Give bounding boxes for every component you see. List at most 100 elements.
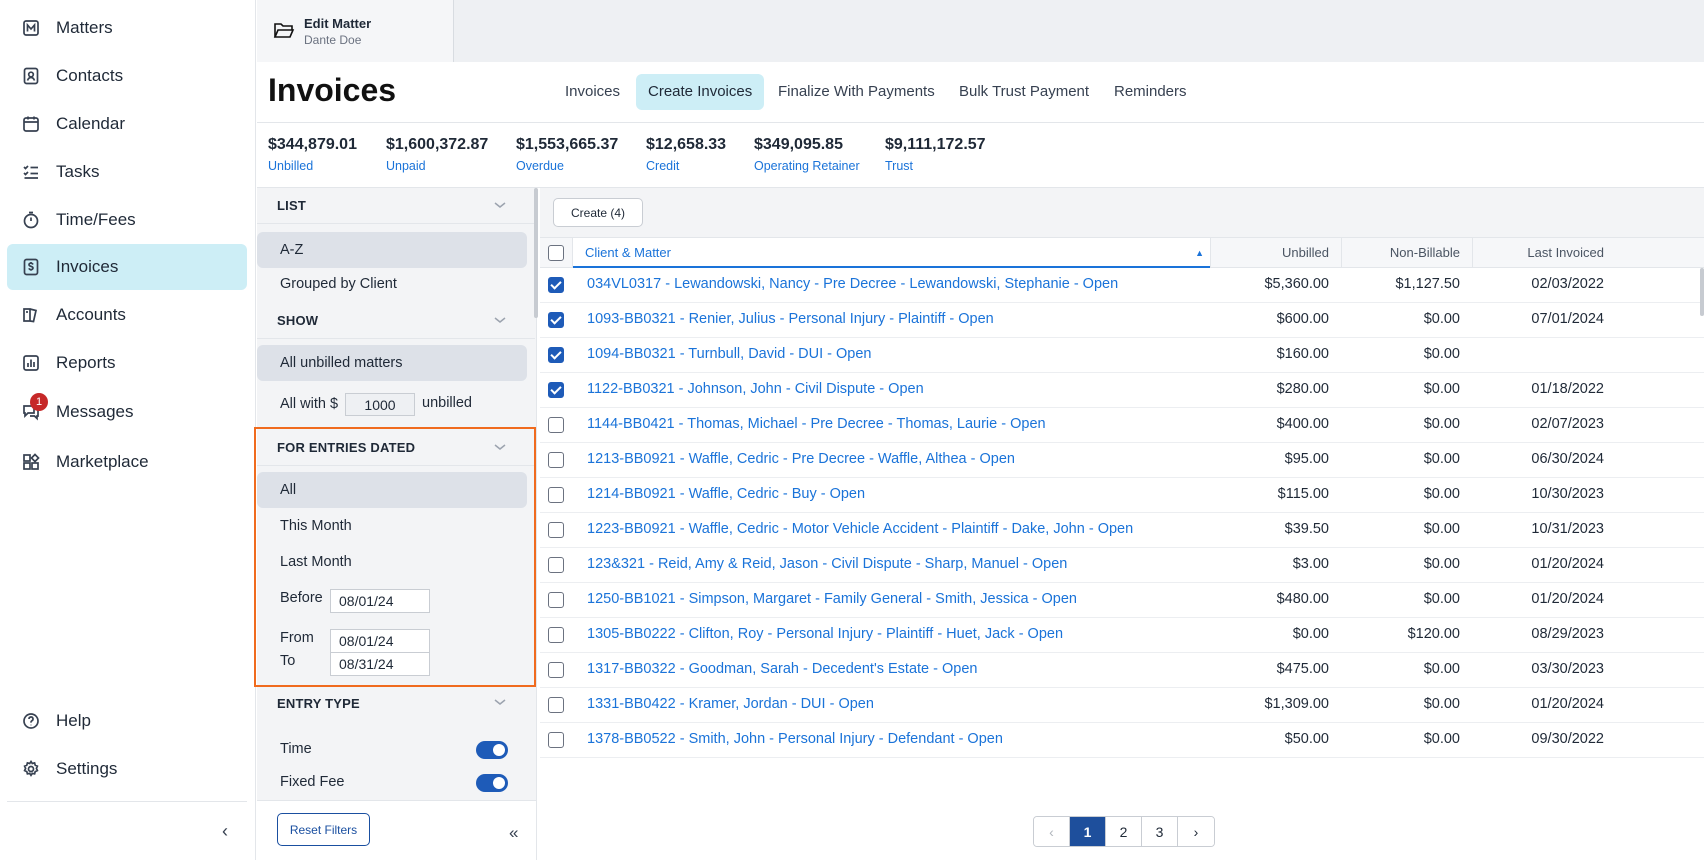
tab-invoices[interactable]: Invoices [553, 74, 632, 110]
row-checkbox[interactable] [548, 732, 564, 748]
summary-link[interactable]: Unbilled [268, 159, 357, 173]
nav-item-help[interactable]: Help [7, 698, 247, 744]
row-checkbox[interactable] [548, 627, 564, 643]
nav-item-marketplace[interactable]: Marketplace [7, 439, 247, 485]
column-header-non-billable[interactable]: Non-Billable [1342, 238, 1472, 268]
nav-item-tasks[interactable]: Tasks [7, 149, 247, 195]
show-option-all-unbilled[interactable]: All unbilled matters [257, 345, 527, 381]
matter-link[interactable]: 1305-BB0222 - Clifton, Roy - Personal In… [587, 626, 1063, 642]
show-section-header[interactable]: SHOW [257, 303, 535, 339]
row-checkbox[interactable] [548, 592, 564, 608]
entry-type-fixed-fee-toggle[interactable] [476, 774, 508, 792]
matter-link[interactable]: 034VL0317 - Lewandowski, Nancy - Pre Dec… [587, 276, 1118, 292]
table-row[interactable]: 1378-BB0522 - Smith, John - Personal Inj… [540, 723, 1704, 758]
collapse-filters-double-chevron-icon[interactable]: « [509, 823, 518, 843]
page-button-2[interactable]: 2 [1106, 817, 1142, 846]
table-row[interactable]: 034VL0317 - Lewandowski, Nancy - Pre Dec… [540, 268, 1704, 303]
tab-bulk-trust-payment[interactable]: Bulk Trust Payment [947, 74, 1101, 110]
row-checkbox[interactable] [548, 277, 564, 293]
edit-matter-tab[interactable]: Edit Matter Dante Doe [257, 0, 454, 62]
nav-item-settings[interactable]: Settings [7, 746, 247, 792]
nav-item-accounts[interactable]: Accounts [7, 292, 247, 338]
entries-dated-option-all[interactable]: All [257, 472, 527, 508]
row-checkbox[interactable] [548, 487, 564, 503]
entries-dated-option-this-month[interactable]: This Month [257, 508, 527, 544]
table-row[interactable]: 1213-BB0921 - Waffle, Cedric - Pre Decre… [540, 443, 1704, 478]
column-header-last-invoiced[interactable]: Last Invoiced [1473, 238, 1604, 268]
nav-item-matters[interactable]: Matters [7, 5, 247, 51]
summary-link[interactable]: Trust [885, 159, 986, 173]
tab-reminders[interactable]: Reminders [1102, 74, 1199, 110]
table-row[interactable]: 1305-BB0222 - Clifton, Roy - Personal In… [540, 618, 1704, 653]
list-section-header[interactable]: LIST [257, 188, 535, 224]
collapse-nav-chevron-left-icon[interactable]: ‹ [214, 820, 236, 842]
matter-link[interactable]: 1378-BB0522 - Smith, John - Personal Inj… [587, 731, 1003, 747]
nav-item-time-fees[interactable]: Time/Fees [7, 197, 247, 243]
matter-link[interactable]: 1250-BB1021 - Simpson, Margaret - Family… [587, 591, 1077, 607]
summary-link[interactable]: Operating Retainer [754, 159, 860, 173]
summary-link[interactable]: Credit [646, 159, 726, 173]
entry-type-section-header[interactable]: ENTRY TYPE [257, 685, 535, 721]
unbilled-threshold-input[interactable] [345, 393, 415, 416]
row-checkbox[interactable] [548, 312, 564, 328]
matter-link[interactable]: 1094-BB0321 - Turnbull, David - DUI - Op… [587, 346, 872, 362]
previous-page-button[interactable]: ‹ [1034, 817, 1070, 846]
column-header-client-matter[interactable]: Client & Matter ▲ [573, 238, 1210, 268]
matter-link[interactable]: 1214-BB0921 - Waffle, Cedric - Buy - Ope… [587, 486, 865, 502]
summary-link[interactable]: Unpaid [386, 159, 488, 173]
page-button-3[interactable]: 3 [1142, 817, 1178, 846]
nav-item-invoices[interactable]: Invoices [7, 244, 247, 290]
before-date-input[interactable] [330, 589, 430, 613]
row-checkbox[interactable] [548, 697, 564, 713]
tab-finalize-with-payments[interactable]: Finalize With Payments [766, 74, 947, 110]
column-header-unbilled[interactable]: Unbilled [1211, 238, 1341, 268]
next-page-button[interactable]: › [1178, 817, 1214, 846]
reset-filters-button[interactable]: Reset Filters [277, 813, 370, 846]
matter-link[interactable]: 123&321 - Reid, Amy & Reid, Jason - Civi… [587, 556, 1067, 572]
matters-table-area: Create (4) Client & Matter ▲ Unbilled No… [540, 188, 1704, 860]
entries-dated-section-header[interactable]: FOR ENTRIES DATED [257, 430, 535, 466]
row-checkbox[interactable] [548, 382, 564, 398]
select-all-checkbox[interactable] [548, 245, 564, 261]
table-row[interactable]: 1317-BB0322 - Goodman, Sarah - Decedent'… [540, 653, 1704, 688]
table-row[interactable]: 1250-BB1021 - Simpson, Margaret - Family… [540, 583, 1704, 618]
nav-item-calendar[interactable]: Calendar [7, 101, 247, 147]
row-checkbox[interactable] [548, 662, 564, 678]
row-checkbox[interactable] [548, 452, 564, 468]
nav-item-contacts[interactable]: Contacts [7, 53, 247, 99]
table-row[interactable]: 1223-BB0921 - Waffle, Cedric - Motor Veh… [540, 513, 1704, 548]
table-row[interactable]: 1144-BB0421 - Thomas, Michael - Pre Decr… [540, 408, 1704, 443]
row-checkbox[interactable] [548, 347, 564, 363]
table-row[interactable]: 123&321 - Reid, Amy & Reid, Jason - Civi… [540, 548, 1704, 583]
matter-link[interactable]: 1317-BB0322 - Goodman, Sarah - Decedent'… [587, 661, 977, 677]
matter-link[interactable]: 1122-BB0321 - Johnson, John - Civil Disp… [587, 381, 924, 397]
matter-link[interactable]: 1144-BB0421 - Thomas, Michael - Pre Decr… [587, 416, 1046, 432]
table-row[interactable]: 1331-BB0422 - Kramer, Jordan - DUI - Ope… [540, 688, 1704, 723]
nav-item-messages[interactable]: 1 Messages [7, 389, 247, 435]
table-row[interactable]: 1214-BB0921 - Waffle, Cedric - Buy - Ope… [540, 478, 1704, 513]
table-row[interactable]: 1122-BB0321 - Johnson, John - Civil Disp… [540, 373, 1704, 408]
filter-scrollbar[interactable] [534, 188, 538, 318]
summary-link[interactable]: Overdue [516, 159, 618, 173]
to-date-input[interactable] [330, 652, 430, 676]
entries-dated-option-last-month[interactable]: Last Month [257, 544, 527, 580]
list-option-a-z[interactable]: A-Z [257, 232, 527, 268]
tab-create-invoices[interactable]: Create Invoices [636, 74, 765, 110]
row-checkbox[interactable] [548, 557, 564, 573]
from-date-input[interactable] [330, 629, 430, 653]
entry-type-time-toggle[interactable] [476, 741, 508, 759]
list-option-grouped-by-client[interactable]: Grouped by Client [257, 266, 527, 302]
matter-link[interactable]: 1213-BB0921 - Waffle, Cedric - Pre Decre… [587, 451, 1015, 467]
nav-label: Marketplace [56, 452, 149, 471]
table-row[interactable]: 1094-BB0321 - Turnbull, David - DUI - Op… [540, 338, 1704, 373]
page-button-1[interactable]: 1 [1070, 817, 1106, 846]
nav-item-reports[interactable]: Reports [7, 340, 247, 386]
table-scrollbar[interactable] [1700, 268, 1704, 316]
matter-link[interactable]: 1093-BB0321 - Renier, Julius - Personal … [587, 311, 994, 327]
create-invoices-button[interactable]: Create (4) [553, 198, 643, 227]
row-checkbox[interactable] [548, 417, 564, 433]
matter-link[interactable]: 1331-BB0422 - Kramer, Jordan - DUI - Ope… [587, 696, 874, 712]
row-checkbox[interactable] [548, 522, 564, 538]
table-row[interactable]: 1093-BB0321 - Renier, Julius - Personal … [540, 303, 1704, 338]
matter-link[interactable]: 1223-BB0921 - Waffle, Cedric - Motor Veh… [587, 521, 1133, 537]
